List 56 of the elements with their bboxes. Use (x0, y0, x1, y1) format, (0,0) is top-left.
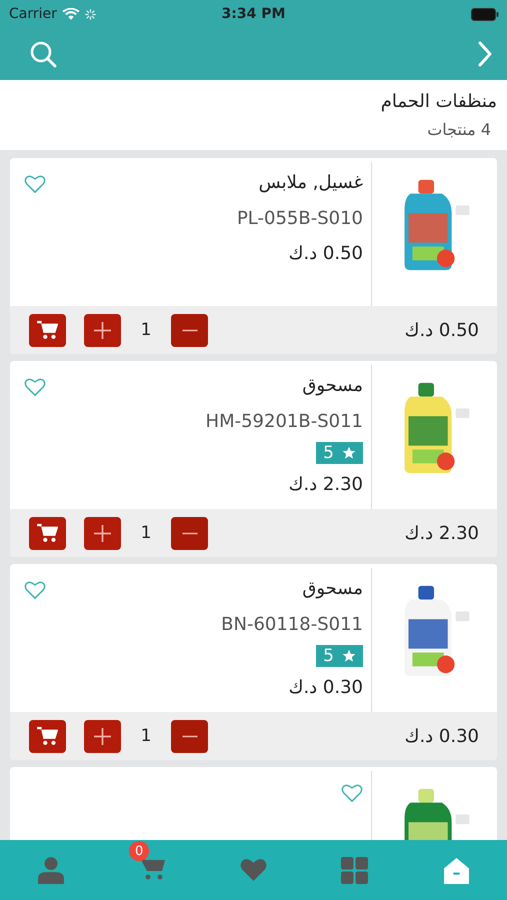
quantity-value: 1 (140, 523, 152, 543)
plus-icon (94, 322, 111, 338)
total-price: 0.30 د.ك (404, 726, 479, 746)
carrier-name: Carrier (9, 6, 57, 22)
plus-icon (94, 524, 111, 542)
minus-icon (180, 734, 198, 738)
battery-icon (471, 8, 499, 20)
add-to-cart-button[interactable] (29, 516, 66, 550)
heart-icon[interactable] (341, 783, 363, 803)
search-icon[interactable] (29, 40, 57, 68)
rating-value: 5 (323, 646, 334, 666)
chevron-right-icon[interactable] (477, 40, 493, 68)
product-sku: HM-59201B-S011 (206, 411, 363, 432)
rating-value: 5 (323, 443, 334, 463)
add-to-cart-button[interactable] (29, 314, 66, 346)
grid-icon (341, 856, 368, 884)
total-price: 0.50 د.ك (404, 320, 479, 340)
product-name: مسحوق (302, 578, 363, 599)
quantity-value: 1 (140, 726, 152, 746)
tab-item[interactable]: 0 (122, 844, 182, 896)
star-icon (342, 649, 356, 663)
category-title: منظفات الحمام (380, 91, 497, 112)
cart-icon (36, 726, 58, 746)
decrease-button[interactable] (171, 516, 208, 550)
heart-icon[interactable] (24, 580, 46, 600)
decrease-button[interactable] (171, 720, 208, 752)
quantity-value: 1 (140, 320, 152, 340)
increase-button[interactable] (84, 314, 121, 346)
heart-icon (240, 858, 267, 882)
decrease-button[interactable] (171, 314, 208, 346)
star-icon (342, 446, 356, 460)
product-price: 0.50 د.ك (288, 243, 363, 264)
minus-icon (180, 532, 198, 534)
home-icon (442, 856, 470, 884)
increase-button[interactable] (84, 516, 121, 550)
product-name: غسيل, ملابس (258, 172, 363, 193)
person-icon (38, 856, 64, 884)
clock-time: 3:34 PM (222, 6, 286, 22)
product-price: 0.30 د.ك (288, 677, 363, 698)
activity-spinner-icon (84, 8, 96, 20)
heart-icon[interactable] (24, 377, 46, 397)
product-count: 4 منتجات (427, 120, 491, 139)
cart-icon (36, 523, 58, 543)
increase-button[interactable] (84, 720, 121, 752)
product-sku: PL-055B-S010 (236, 208, 363, 229)
product-name: مسحوق (302, 375, 363, 396)
add-to-cart-button[interactable] (29, 720, 66, 752)
plus-icon (94, 728, 111, 744)
product-sku: BN-60118-S011 (221, 614, 363, 635)
wifi-icon (62, 8, 80, 20)
total-price: 2.30 د.ك (404, 522, 479, 544)
minus-icon (180, 328, 198, 332)
cart-count-badge: 0 (129, 841, 150, 861)
cart-icon (36, 320, 58, 340)
heart-icon[interactable] (24, 174, 46, 194)
product-price: 2.30 د.ك (288, 474, 363, 495)
